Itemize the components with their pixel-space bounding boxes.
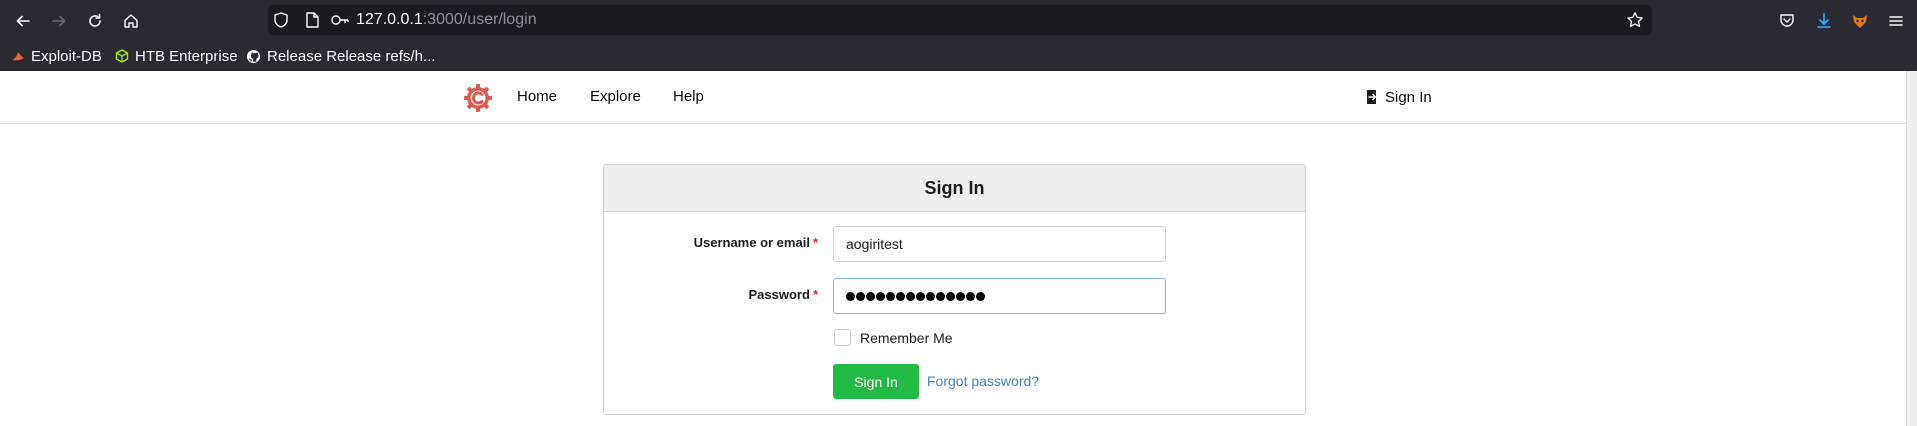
fox-extension-icon [1853, 15, 1867, 28]
home-icon [124, 14, 138, 28]
pocket-button[interactable] [1771, 6, 1803, 36]
remember-me-label[interactable]: Remember Me [860, 329, 953, 347]
password-input[interactable] [833, 278, 1166, 314]
extension-button[interactable] [1844, 6, 1876, 36]
page-scrollbar[interactable] [1906, 71, 1917, 426]
required-marker: * [812, 235, 818, 250]
url-host: 127.0.0.1 [356, 11, 423, 28]
shield-icon[interactable] [272, 11, 290, 34]
bookmarks-toolbar: Exploit-DB HTB Enterprise Release Releas… [0, 43, 1917, 69]
sign-in-button[interactable]: Sign In [833, 364, 919, 399]
downloads-button[interactable] [1808, 6, 1840, 36]
login-form: Sign In Username or email* Password* Rem… [603, 164, 1306, 415]
gitea-logo-icon [464, 84, 492, 112]
bookmark-star-icon[interactable] [1626, 11, 1644, 34]
bookmark-release[interactable]: Release Release refs/h... [246, 43, 435, 69]
password-label: Password * [748, 287, 818, 302]
reload-icon [89, 13, 101, 27]
download-icon [1817, 13, 1831, 28]
github-icon [246, 49, 261, 64]
url-path: :3000/user/login [422, 11, 537, 28]
page-icon[interactable] [304, 11, 320, 34]
bookmark-label: Release Release refs/h... [267, 47, 436, 65]
pocket-icon [1780, 14, 1794, 27]
required-marker: * [812, 287, 818, 302]
key-icon[interactable] [330, 11, 350, 34]
remember-me-checkbox[interactable] [834, 329, 851, 346]
nav-home[interactable]: Home [517, 71, 557, 123]
menu-button[interactable] [1880, 6, 1912, 36]
username-input[interactable] [833, 226, 1166, 262]
page-content: Home Explore Help Sign In Sign In Userna… [0, 71, 1907, 426]
hamburger-menu-icon [1889, 16, 1903, 26]
reload-button[interactable] [79, 6, 111, 36]
site-navbar: Home Explore Help Sign In [0, 71, 1907, 124]
home-button[interactable] [115, 6, 147, 36]
arrow-left-icon [16, 15, 30, 27]
forgot-password-link[interactable]: Forgot password? [927, 364, 1039, 399]
url-bar[interactable]: 127.0.0.1:3000/user/login [268, 5, 1652, 35]
back-button[interactable] [7, 6, 39, 36]
nav-explore[interactable]: Explore [590, 71, 641, 123]
gitea-logo[interactable] [463, 83, 493, 118]
htb-cube-icon [115, 49, 129, 63]
bookmark-label: HTB Enterprise [135, 47, 238, 65]
nav-signin-label: Sign In [1385, 88, 1432, 106]
nav-help[interactable]: Help [673, 71, 704, 123]
exploit-db-icon [11, 49, 25, 63]
bookmark-htb-enterprise[interactable]: HTB Enterprise [115, 43, 238, 69]
sign-in-icon [1365, 89, 1379, 105]
url-text[interactable]: 127.0.0.1:3000/user/login [356, 5, 537, 35]
forward-button[interactable] [43, 6, 75, 36]
nav-signin-link[interactable]: Sign In [1365, 71, 1432, 123]
bookmark-exploit-db[interactable]: Exploit-DB [11, 43, 102, 69]
bookmark-label: Exploit-DB [31, 47, 102, 65]
arrow-right-icon [52, 15, 66, 27]
login-title: Sign In [604, 165, 1305, 212]
username-label: Username or email * [693, 235, 818, 250]
browser-chrome: 127.0.0.1:3000/user/login Exploit-DB HTB… [0, 0, 1917, 71]
